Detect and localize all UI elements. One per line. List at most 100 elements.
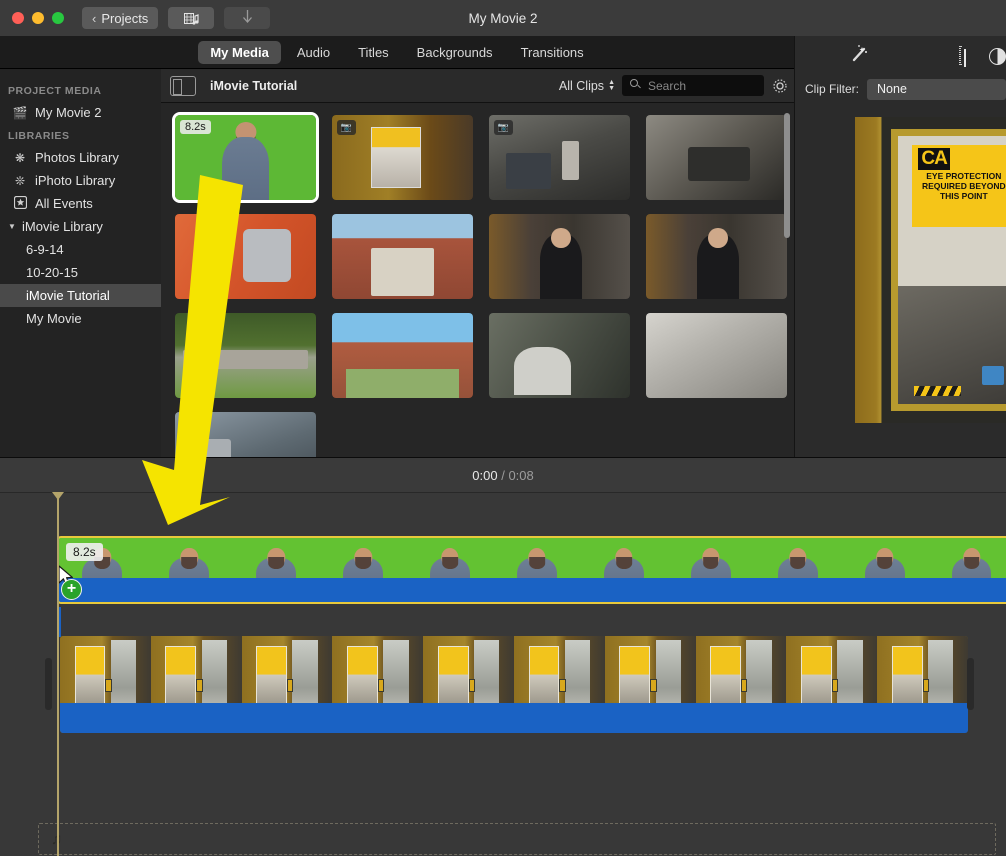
- color-balance-icon[interactable]: [989, 47, 1006, 65]
- clip-thumbnail: [489, 214, 630, 299]
- sidebar-item-imovie-library[interactable]: ▼ iMovie Library: [0, 215, 161, 238]
- browser-title: iMovie Tutorial: [210, 78, 298, 93]
- clip-thumbnail: [175, 313, 316, 398]
- media-clip-c12[interactable]: [646, 313, 787, 398]
- media-clip-c5[interactable]: [175, 214, 316, 299]
- media-clip-c13[interactable]: [175, 412, 316, 457]
- magic-wand-icon[interactable]: [849, 44, 869, 69]
- sidebar-item-label: Photos Library: [35, 150, 119, 165]
- sidebar-item-event-my-movie[interactable]: My Movie: [0, 307, 161, 330]
- media-clip-c7[interactable]: [489, 214, 630, 299]
- caution-sign-text: EYE PROTECTION REQUIRED BEYOND THIS POIN…: [922, 170, 1006, 201]
- clip-duration-badge: 8.2s: [180, 120, 211, 134]
- timeline-clip-tl1[interactable]: [57, 536, 1006, 604]
- search-placeholder: Search: [648, 78, 687, 93]
- tab-my-media[interactable]: My Media: [198, 40, 281, 64]
- media-clip-c1[interactable]: 8.2s: [172, 112, 319, 203]
- clip-thumbnail: [175, 412, 316, 457]
- crop-icon[interactable]: [959, 46, 961, 65]
- media-clip-c2[interactable]: 📷: [332, 115, 473, 200]
- tab-audio[interactable]: Audio: [285, 41, 342, 64]
- timeline-timecode-bar: 0:00 / 0:08: [0, 457, 1006, 493]
- media-clip-c11[interactable]: [489, 313, 630, 398]
- close-window-button[interactable]: [12, 12, 24, 24]
- sidebar-toggle-icon[interactable]: [170, 75, 196, 96]
- clip-thumbnail: [646, 313, 787, 398]
- sidebar-item-my-movie-2[interactable]: 🎬 My Movie 2: [0, 101, 161, 124]
- all-clips-label: All Clips: [558, 78, 605, 93]
- timecode-display: 0:00 / 0:08: [472, 468, 534, 483]
- camera-icon: 📷: [494, 120, 513, 135]
- import-media-button[interactable]: [168, 7, 215, 29]
- media-browser: 8.2s 📷 📷: [161, 103, 794, 457]
- tab-backgrounds[interactable]: Backgrounds: [405, 41, 505, 64]
- browser-scrollbar[interactable]: [784, 113, 790, 238]
- back-to-projects-button[interactable]: ‹ Projects: [82, 7, 159, 29]
- star-icon: [12, 195, 28, 212]
- sidebar-item-photos-library[interactable]: ❋ Photos Library: [0, 146, 161, 169]
- camera-icon: 📷: [337, 120, 356, 135]
- preview-image: CA EYE PROTECTION REQUIRED BEYOND THIS P…: [855, 117, 1006, 423]
- minimize-window-button[interactable]: [32, 12, 44, 24]
- sidebar: PROJECT MEDIA 🎬 My Movie 2 LIBRARIES ❋ P…: [0, 69, 161, 457]
- timeline-trim-handle-right[interactable]: [967, 658, 974, 710]
- media-clip-c6[interactable]: [332, 214, 473, 299]
- all-clips-dropdown[interactable]: All Clips ▲ ▼: [559, 79, 615, 93]
- sidebar-item-label: iMovie Library: [22, 219, 103, 234]
- media-clip-c9[interactable]: [175, 313, 316, 398]
- audio-waveform-bar[interactable]: [60, 703, 968, 733]
- media-clip-c4[interactable]: [646, 115, 787, 200]
- caution-sign-title: CA: [918, 147, 950, 170]
- disclosure-triangle-icon[interactable]: ▼: [8, 222, 18, 231]
- clip-thumbnail: [332, 313, 473, 398]
- clip-filter-label: Clip Filter:: [805, 82, 860, 96]
- clip-thumbnail: [646, 214, 787, 299]
- sidebar-item-iphoto-library[interactable]: ❊ iPhoto Library: [0, 169, 161, 192]
- playhead[interactable]: [53, 492, 63, 856]
- sidebar-item-label: All Events: [35, 196, 93, 211]
- timeline-clip-tl2[interactable]: [60, 636, 968, 733]
- chevron-left-icon: ‹: [92, 10, 97, 26]
- timeline-trim-handle-left[interactable]: [45, 658, 52, 710]
- caution-sign: CA EYE PROTECTION REQUIRED BEYOND THIS P…: [912, 144, 1006, 228]
- search-input[interactable]: Search: [622, 75, 764, 96]
- preview-viewer[interactable]: CA EYE PROTECTION REQUIRED BEYOND THIS P…: [855, 117, 1006, 423]
- clapperboard-icon: 🎬: [12, 105, 28, 120]
- back-button-label: Projects: [101, 10, 149, 26]
- drop-indicator-plus-icon: +: [61, 579, 82, 600]
- sidebar-header-project-media: PROJECT MEDIA: [8, 85, 102, 97]
- clip-thumbnail: [332, 214, 473, 299]
- window-controls[interactable]: [12, 12, 64, 24]
- film-music-icon: [183, 12, 199, 25]
- sidebar-item-label: iMovie Tutorial: [26, 288, 110, 303]
- gear-icon[interactable]: [771, 77, 788, 94]
- music-dropzone[interactable]: ♫: [38, 823, 996, 855]
- media-clip-c3[interactable]: 📷: [489, 115, 630, 200]
- media-tab-bar: My Media Audio Titles Backgrounds Transi…: [0, 36, 794, 69]
- timeline[interactable]: 8.2s + ♫: [0, 492, 1006, 856]
- tab-titles[interactable]: Titles: [346, 41, 401, 64]
- media-clip-c8[interactable]: [646, 214, 787, 299]
- audio-waveform-bar[interactable]: [59, 578, 1006, 602]
- clip-filter-row: Clip Filter: None: [795, 76, 1006, 102]
- sidebar-item-all-events[interactable]: All Events: [0, 192, 161, 215]
- download-arrow-icon: [242, 9, 253, 27]
- sidebar-item-event-imovie-tutorial[interactable]: iMovie Tutorial: [0, 284, 161, 307]
- preview-lower-pane: [898, 286, 1006, 404]
- sidebar-item-label: My Movie: [26, 311, 82, 326]
- browser-header-controls: All Clips ▲ ▼ Search: [559, 75, 794, 96]
- clip-filter-dropdown[interactable]: None: [867, 78, 1006, 100]
- timecode-separator: /: [501, 467, 505, 483]
- sidebar-item-event-10-20-15[interactable]: 10-20-15: [0, 261, 161, 284]
- title-bar: ‹ Projects My Movie 2: [0, 0, 1006, 36]
- imovie-window: ‹ Projects My Movie 2 My Media Audio Tit…: [0, 0, 1006, 856]
- inspector-toolbar: [795, 36, 1006, 76]
- tab-transitions[interactable]: Transitions: [509, 41, 596, 64]
- clip-thumbnail: [175, 214, 316, 299]
- timeline-clip-duration-badge: 8.2s: [66, 543, 103, 561]
- media-clip-c10[interactable]: [332, 313, 473, 398]
- download-button[interactable]: [224, 7, 271, 29]
- sidebar-item-event-6-9-14[interactable]: 6-9-14: [0, 238, 161, 261]
- sidebar-item-label: 10-20-15: [26, 265, 79, 280]
- zoom-window-button[interactable]: [52, 12, 64, 24]
